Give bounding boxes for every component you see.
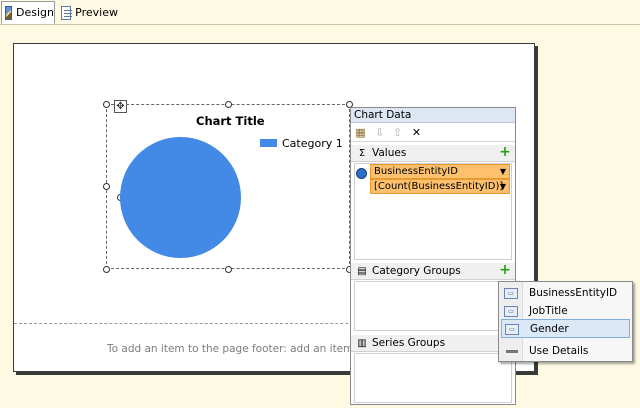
series-groups-icon: ▥ <box>357 338 367 349</box>
chart-data-toolbar: ▦ ⇩ ⇧ ✕ <box>351 123 515 142</box>
menu-item-label: Gender <box>530 323 569 335</box>
add-category-group-icon[interactable]: + <box>499 263 511 277</box>
value-expression-row[interactable]: [Count(BusinessEntityID)] ▼ <box>370 179 510 194</box>
design-icon <box>5 5 13 20</box>
menu-item-businessentityid[interactable]: ▭ BusinessEntityID <box>501 284 630 303</box>
resize-handle[interactable] <box>103 183 110 190</box>
move-down-icon[interactable]: ⇩ <box>373 126 386 139</box>
legend-swatch <box>260 139 277 147</box>
category-groups-icon: ▤ <box>357 266 367 277</box>
preview-icon <box>61 5 73 20</box>
menu-item-gender[interactable]: ▭ Gender <box>501 319 630 338</box>
field-icon: ▭ <box>504 288 518 299</box>
chevron-down-icon[interactable]: ▼ <box>500 180 506 193</box>
resize-handle[interactable] <box>103 266 110 273</box>
category-groups-drop-zone[interactable] <box>354 281 512 331</box>
series-groups-drop-zone[interactable] <box>354 353 512 403</box>
tab-preview-label: Preview <box>75 6 118 19</box>
value-field-row[interactable]: BusinessEntityID ▼ <box>370 164 510 179</box>
field-context-menu: ▭ BusinessEntityID ▭ JobTitle ▭ Gender U… <box>498 281 633 362</box>
series-value-icon <box>356 168 367 179</box>
properties-icon[interactable]: ▦ <box>354 126 367 139</box>
tab-preview[interactable]: Preview <box>58 1 118 24</box>
legend-label: Category 1 <box>282 137 343 150</box>
value-expression-label: [Count(BusinessEntityID)] <box>374 181 504 192</box>
series-groups-header: ▥ Series Groups <box>351 335 515 352</box>
field-icon: ▭ <box>505 324 519 335</box>
values-section-header: Σ Values + <box>351 145 515 162</box>
values-label: Values <box>372 147 407 159</box>
value-field-label: BusinessEntityID <box>374 166 458 177</box>
series-groups-label: Series Groups <box>372 337 446 349</box>
resize-handle[interactable] <box>103 101 110 108</box>
move-handle-icon[interactable]: ✥ <box>114 100 127 113</box>
chart-data-pane: Chart Data ▦ ⇩ ⇧ ✕ Σ Values + BusinessEnt… <box>350 107 516 405</box>
tab-strip: Design Preview <box>0 0 640 25</box>
chart-data-header: Chart Data <box>351 108 515 123</box>
menu-item-label: BusinessEntityID <box>529 287 618 299</box>
tab-design[interactable]: Design <box>1 1 55 24</box>
chart-title[interactable]: Chart Title <box>196 114 265 128</box>
resize-handle[interactable] <box>225 266 232 273</box>
move-up-icon[interactable]: ⇧ <box>391 126 404 139</box>
add-value-icon[interactable]: + <box>499 145 511 159</box>
field-icon: ▭ <box>504 306 518 317</box>
resize-handle[interactable] <box>225 101 232 108</box>
pie-slice[interactable] <box>120 137 241 258</box>
menu-item-label: Use Details <box>529 345 589 357</box>
tab-design-label: Design <box>16 6 54 19</box>
delete-icon[interactable]: ✕ <box>410 126 423 139</box>
category-groups-header: ▤ Category Groups + <box>351 263 515 280</box>
category-groups-label: Category Groups <box>372 265 461 277</box>
chevron-down-icon[interactable]: ▼ <box>500 165 506 178</box>
sigma-icon: Σ <box>358 148 366 159</box>
menu-item-use-details[interactable]: Use Details <box>501 342 630 361</box>
details-icon <box>506 350 518 353</box>
